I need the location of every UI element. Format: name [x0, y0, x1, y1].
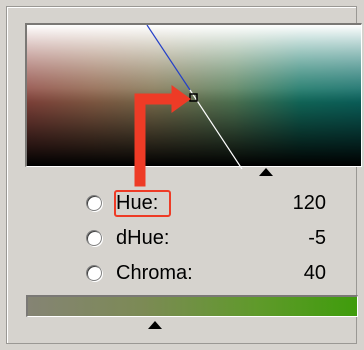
chroma-label: Chroma:: [116, 262, 193, 284]
hue-value: 120: [292, 192, 326, 214]
hue-line-lower: [189, 89, 243, 169]
hue-label-highlight: [114, 190, 171, 217]
chroma-radio[interactable]: [86, 265, 102, 281]
dhue-value: -5: [308, 227, 326, 249]
color-slider-bar[interactable]: [26, 295, 358, 317]
dhue-row[interactable]: dHue: -5: [86, 226, 326, 252]
triangle-marker-icon[interactable]: [259, 168, 273, 176]
chroma-row[interactable]: Chroma: 40: [86, 261, 326, 287]
dhue-label: dHue:: [116, 227, 170, 249]
hue-radio[interactable]: [86, 195, 102, 211]
slider-triangle-icon[interactable]: [148, 321, 162, 329]
dhue-radio[interactable]: [86, 230, 102, 246]
field-overlay: [146, 25, 243, 169]
chroma-value: 40: [303, 262, 326, 284]
hue-line-upper: [146, 25, 191, 91]
hue-chroma-field[interactable]: [25, 23, 362, 169]
